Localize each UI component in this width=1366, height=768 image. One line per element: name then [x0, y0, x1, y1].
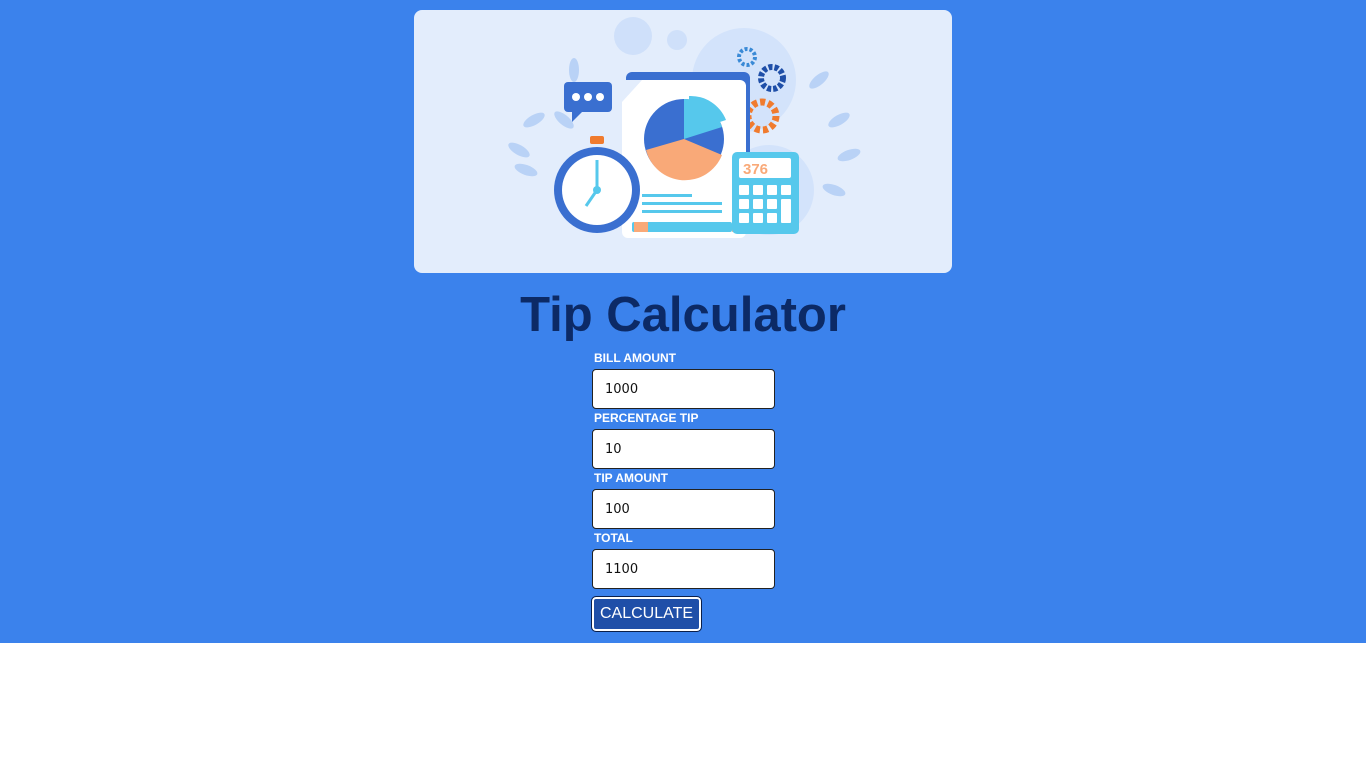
percentage-tip-input[interactable] [592, 429, 775, 469]
percentage-tip-label: PERCENTAGE TIP [594, 411, 699, 425]
total-input[interactable] [592, 549, 775, 589]
finance-illustration-icon: 376 [508, 17, 861, 238]
calculator-display-text: 376 [743, 161, 768, 178]
tip-amount-input[interactable] [592, 489, 775, 529]
app-container: 376 Tip Calculator BILL AMOUNT PERCENTAG… [0, 0, 1366, 643]
bill-amount-input[interactable] [592, 369, 775, 409]
hero-illustration: 376 [414, 10, 952, 273]
total-label: TOTAL [594, 531, 633, 545]
calculate-button[interactable]: CALCULATE [590, 596, 703, 632]
tip-calculator-form: BILL AMOUNT PERCENTAGE TIP TIP AMOUNT TO… [590, 350, 776, 632]
page-title: Tip Calculator [520, 288, 846, 342]
bill-amount-label: BILL AMOUNT [594, 351, 676, 365]
tip-amount-label: TIP AMOUNT [594, 471, 668, 485]
